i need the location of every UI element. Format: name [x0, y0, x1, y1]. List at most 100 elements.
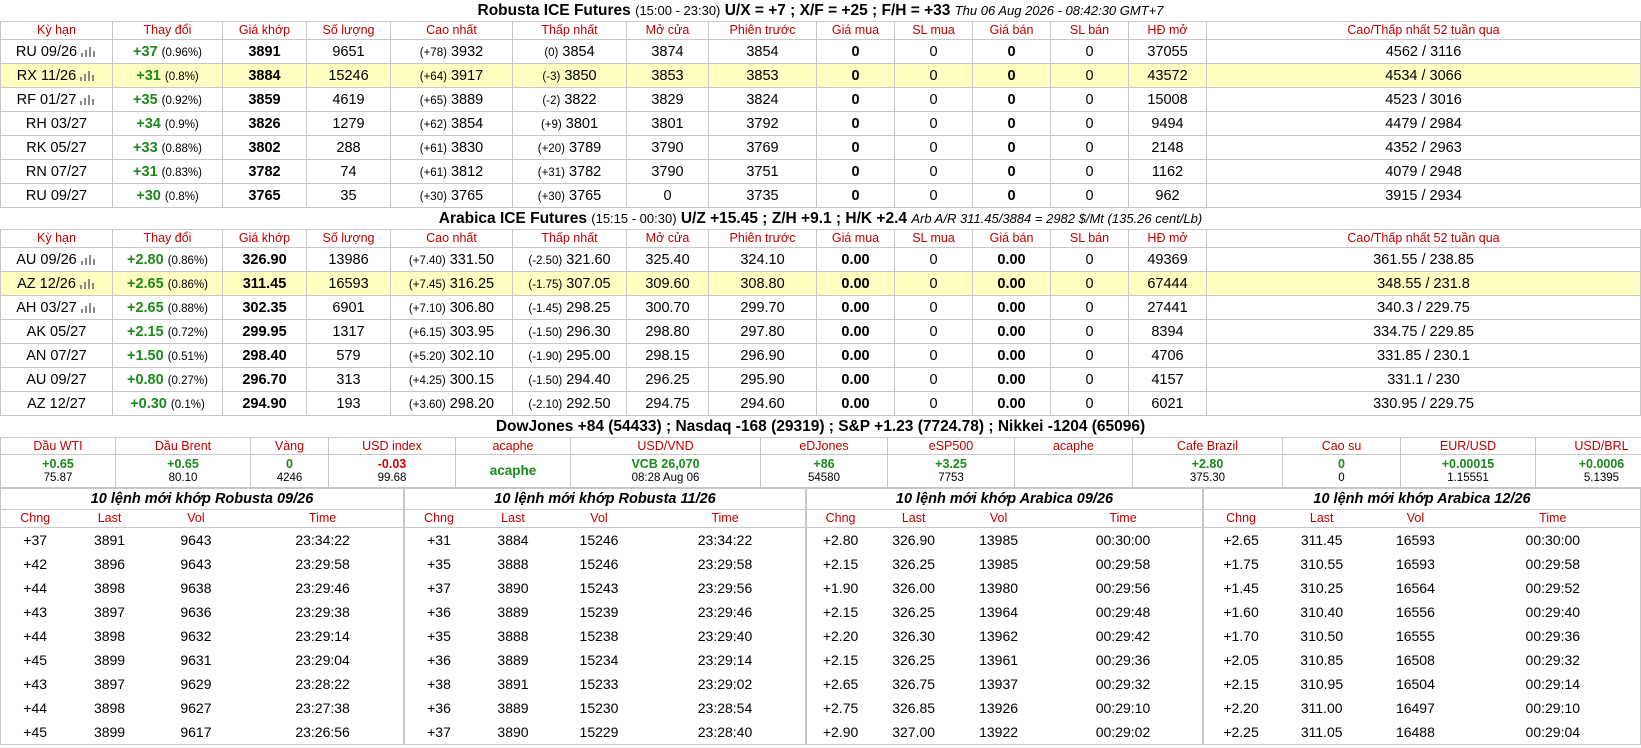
open-price: 298.15 — [626, 343, 709, 368]
arabica-row[interactable]: AK 05/27 +2.15 (0.72%) 299.95 1317 (+6.15) 3… — [0, 319, 1641, 344]
contract-symbol[interactable]: RF 01/27 — [0, 87, 113, 112]
trade-volume: 13926 — [979, 700, 1019, 716]
contract-symbol[interactable]: RH 03/27 — [0, 111, 113, 136]
trade-change: +1.75 — [1223, 556, 1259, 572]
low-change: (-1.50) — [528, 326, 563, 339]
trade-change: +45 — [23, 724, 48, 740]
contract-symbol[interactable]: RU 09/26 — [0, 39, 113, 64]
arabica-col-header: Giá khớp — [222, 229, 307, 248]
arabica-title: Arabica ICE Futures — [438, 210, 587, 227]
trade-change: +2.15 — [1223, 676, 1259, 692]
market-value: 54580 — [808, 472, 840, 484]
robusta-row[interactable]: RU 09/26 +37 (0.96%) 3891 9651 (+78) 3932 (0)… — [0, 39, 1641, 64]
contract-symbol[interactable]: AN 07/27 — [0, 343, 113, 368]
low-cell: (-2.10) 292.50 — [512, 391, 627, 416]
contract-symbol[interactable]: AU 09/26 — [0, 247, 113, 272]
bid-price: 0.00 — [816, 343, 895, 368]
change-percent: (0.8%) — [164, 190, 199, 203]
change-cell: +1.50 (0.51%) — [112, 343, 223, 368]
volume: 1279 — [306, 111, 391, 136]
change-cell: +0.30 (0.1%) — [112, 391, 223, 416]
last-price: 299.95 — [222, 319, 307, 344]
contract-symbol[interactable]: RU 09/27 — [0, 183, 113, 208]
market-label: USD/VND — [570, 437, 761, 455]
open-interest: 8394 — [1128, 319, 1207, 344]
trade-table: Chng Last Vol Time +2.65 311.45 16593 00:30:00 +… — [1204, 510, 1640, 744]
ask-price: 0 — [972, 63, 1051, 88]
ask-price: 0 — [972, 159, 1051, 184]
trade-last: 3890 — [497, 724, 529, 740]
range-52-week: 331.85 / 230.1 — [1206, 343, 1641, 368]
low-value: 3782 — [568, 163, 602, 180]
robusta-row[interactable]: RU 09/27 +30 (0.8%) 3765 35 (+30) 3765 (+30) … — [0, 183, 1641, 208]
trade-time: 00:29:32 — [1095, 676, 1151, 692]
arabica-row[interactable]: AU 09/27 +0.80 (0.27%) 296.70 313 (+4.25) 30… — [0, 367, 1641, 392]
contract-symbol[interactable]: AH 03/27 — [0, 295, 113, 320]
market-cell: +0.65 75.87 — [0, 454, 116, 488]
robusta-row[interactable]: RX 11/26 +31 (0.8%) 3884 15246 (+64) 3917 (-3… — [0, 63, 1641, 88]
arabica-col-header: Giá mua — [816, 229, 895, 248]
trade-col-header: Vol — [953, 510, 1044, 528]
ask-price: 0.00 — [972, 295, 1051, 320]
volume: 74 — [306, 159, 391, 184]
arabica-row[interactable]: AN 07/27 +1.50 (0.51%) 298.40 579 (+5.20) 30… — [0, 343, 1641, 368]
bid-quantity: 0 — [894, 63, 973, 88]
market-cell[interactable] — [1014, 454, 1133, 488]
trade-time: 00:29:58 — [1525, 556, 1581, 572]
contract-symbol[interactable]: AK 05/27 — [0, 319, 113, 344]
robusta-row[interactable]: RK 05/27 +33 (0.88%) 3802 288 (+61) 3830 (+20… — [0, 135, 1641, 160]
trade-col-header: Vol — [553, 510, 645, 528]
arabica-row[interactable]: AZ 12/26 +2.65 (0.86%) 311.45 16593 (+7.45) … — [0, 271, 1641, 296]
change-percent: (0.51%) — [167, 350, 208, 363]
robusta-col-header: Giá bán — [972, 21, 1051, 40]
last-price: 326.90 — [222, 247, 307, 272]
contract-symbol[interactable]: AZ 12/27 — [0, 391, 113, 416]
high-cell: (+62) 3854 — [390, 111, 513, 136]
market-change: +0.65 — [167, 457, 199, 471]
bid-price: 0 — [816, 39, 895, 64]
contract-symbol[interactable]: RN 07/27 — [0, 159, 113, 184]
open-interest: 962 — [1128, 183, 1207, 208]
low-cell: (-1.75) 307.05 — [512, 271, 627, 296]
market-label: Cao su — [1282, 437, 1401, 455]
robusta-row[interactable]: RF 01/27 +35 (0.92%) 3859 4619 (+65) 3889 (-2… — [0, 87, 1641, 112]
bar-chart-icon[interactable] — [79, 278, 96, 290]
previous-close: 3824 — [708, 87, 817, 112]
arabica-col-header: Giá bán — [972, 229, 1051, 248]
acaphe-link[interactable]: acaphe — [490, 463, 537, 478]
bid-quantity: 0 — [894, 183, 973, 208]
high-cell: (+7.45) 316.25 — [390, 271, 513, 296]
contract-symbol[interactable]: AU 09/27 — [0, 367, 113, 392]
bar-chart-icon[interactable] — [80, 254, 97, 266]
trade-volume: 15246 — [579, 532, 619, 548]
trade-change: +45 — [23, 652, 48, 668]
market-cell: +0.00015 1.15551 — [1400, 454, 1536, 488]
trade-row: +1.60 310.40 16556 00:29:40 — [1204, 600, 1640, 624]
robusta-row[interactable]: RN 07/27 +31 (0.83%) 3782 74 (+61) 3812 (+31)… — [0, 159, 1641, 184]
bar-chart-icon[interactable] — [80, 70, 96, 82]
contract-symbol[interactable]: RX 11/26 — [0, 63, 113, 88]
bar-chart-icon[interactable] — [80, 302, 97, 314]
range-52-week: 4479 / 2984 — [1206, 111, 1641, 136]
low-change: (+31) — [537, 166, 565, 179]
change-percent: (0.88%) — [161, 142, 202, 155]
bar-chart-icon[interactable] — [81, 46, 97, 58]
arabica-row[interactable]: AU 09/26 +2.80 (0.86%) 326.90 13986 (+7.40) … — [0, 247, 1641, 272]
trade-time: 23:34:22 — [697, 532, 753, 548]
contract-symbol[interactable]: AZ 12/26 — [0, 271, 113, 296]
robusta-col-header: Phiên trước — [708, 21, 817, 40]
arabica-row[interactable]: AZ 12/27 +0.30 (0.1%) 294.90 193 (+3.60) 298… — [0, 391, 1641, 416]
bar-chart-icon[interactable] — [80, 94, 96, 106]
bid-quantity: 0 — [894, 391, 973, 416]
trade-block: 10 lệnh mới khớp Robusta 11/26 Chng Last Vo… — [404, 488, 806, 745]
market-cell[interactable]: acaphe — [455, 454, 571, 488]
high-value: 331.50 — [449, 251, 495, 268]
trade-table: Chng Last Vol Time +37 3891 9643 23:34:22 +42 389… — [1, 510, 403, 744]
low-value: 298.25 — [566, 299, 611, 316]
trade-change: +31 — [427, 532, 451, 548]
trade-time: 00:29:36 — [1525, 628, 1581, 644]
arabica-row[interactable]: AH 03/27 +2.65 (0.88%) 302.35 6901 (+7.10) 3… — [0, 295, 1641, 320]
contract-symbol[interactable]: RK 05/27 — [0, 135, 113, 160]
robusta-row[interactable]: RH 03/27 +34 (0.9%) 3826 1279 (+62) 3854 (+9)… — [0, 111, 1641, 136]
trade-change: +37 — [427, 724, 451, 740]
